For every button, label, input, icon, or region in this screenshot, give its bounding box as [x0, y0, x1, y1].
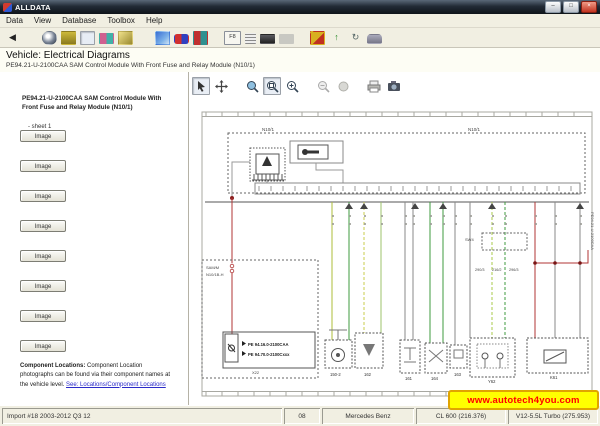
image-button-1[interactable]: Image [20, 130, 66, 142]
paint-icon[interactable] [155, 31, 170, 45]
svg-text:163: 163 [454, 372, 462, 377]
diagram-title: PE94.21-U-2100CAA SAM Control Module Wit… [22, 94, 174, 113]
svg-text:SW4: SW4 [465, 237, 474, 242]
image-button-5[interactable]: Image [20, 250, 66, 262]
image-button-8[interactable]: Image [20, 340, 66, 352]
app-icon [3, 3, 12, 12]
open-folder-icon[interactable] [61, 31, 76, 45]
list-icon[interactable] [245, 33, 256, 44]
svg-text:PE 94.16.0-2100CAA: PE 94.16.0-2100CAA [248, 342, 289, 347]
promote-icon[interactable]: ↑ [329, 31, 344, 45]
status-import-info: Import #18 2003-2012 Q3 12 [2, 408, 282, 424]
status-engine: V12-5.5L Turbo (275.953) [508, 408, 598, 424]
view-glasses-icon[interactable] [174, 34, 189, 44]
svg-text:216/2: 216/2 [492, 268, 502, 272]
back-icon[interactable]: ◀ [5, 31, 20, 45]
sw4-connector: SW4 [465, 233, 527, 250]
status-make: Mercedes Benz [322, 408, 414, 424]
vehicle-icon[interactable] [367, 34, 382, 44]
tools-icon[interactable] [118, 31, 133, 45]
svg-text:PE 94.70.0-2100Cxxx: PE 94.70.0-2100Cxxx [248, 352, 290, 357]
zoom-window-icon[interactable] [263, 77, 281, 95]
zoom-out-icon[interactable] [314, 77, 332, 95]
minimize-button[interactable]: – [545, 1, 561, 13]
camera-icon[interactable] [260, 34, 275, 44]
svg-text:162: 162 [364, 372, 372, 377]
title-bar: ALLDATA – □ × [0, 0, 600, 14]
side-reference: PE94.21-U-2100CAA [590, 212, 595, 250]
svg-text:K61: K61 [550, 375, 558, 380]
status-code: 08 [284, 408, 320, 424]
image-button-7[interactable]: Image [20, 310, 66, 322]
menu-toolbox[interactable]: Toolbox [107, 16, 135, 25]
pan-icon[interactable] [212, 77, 230, 95]
svg-text:N10/1B-H: N10/1B-H [206, 272, 224, 277]
module-label-2: N10/1 [468, 127, 481, 132]
alldata-window: ALLDATA – □ × Data View Database Toolbox… [0, 0, 600, 426]
f8-display-icon[interactable]: F8 [224, 31, 241, 45]
diagram-panel: N10/1 N10/1 [189, 72, 600, 405]
module-label-1: N10/1 [262, 127, 275, 132]
ad-banner[interactable]: www.autotech4you.com [448, 390, 599, 410]
sam-module-top: N10/1 N10/1 [228, 127, 585, 196]
menu-view[interactable]: View [34, 16, 51, 25]
content-area: PE94.21-U-2100CAA SAM Control Module Wit… [0, 72, 600, 405]
select-cursor-icon[interactable] [192, 77, 210, 95]
close-button[interactable]: × [581, 1, 597, 13]
status-model: CL 600 (216.376) [416, 408, 506, 424]
refresh-icon[interactable]: ↻ [348, 31, 363, 45]
note-lead: Component Locations: [20, 363, 85, 369]
window-title: ALLDATA [15, 3, 543, 12]
svg-text:296/3: 296/3 [509, 268, 519, 272]
svg-text:161: 161 [405, 376, 413, 381]
image-button-list: Image Image Image Image Image Image Imag… [20, 130, 66, 370]
bookmarks-icon[interactable] [193, 31, 208, 45]
image-button-6[interactable]: Image [20, 280, 66, 292]
diagram-canvas[interactable]: N10/1 N10/1 [192, 100, 600, 406]
vehicle-header: Vehicle: Electrical Diagrams PE94.21-U-2… [0, 48, 600, 73]
image-button-4[interactable]: Image [20, 220, 66, 232]
menu-database[interactable]: Database [62, 16, 96, 25]
image-view-icon[interactable] [80, 31, 95, 45]
sam-module-lower: SAM/M N10/1B-H PE 94.16.0-2100CAA PE 94.… [202, 260, 318, 378]
wires [230, 196, 588, 345]
print-icon[interactable] [279, 34, 294, 44]
maximize-button[interactable]: □ [563, 1, 579, 13]
menu-help[interactable]: Help [146, 16, 162, 25]
main-toolbar: ◀ F8 ↑ ↻ [0, 28, 600, 48]
component-locations-link[interactable]: See: Locations/Component Locations [66, 382, 166, 388]
copy-diagram-icon[interactable] [385, 77, 403, 95]
svg-text:SAM/M: SAM/M [206, 265, 219, 270]
thumbnails-icon[interactable] [99, 33, 114, 44]
marker-icon[interactable] [310, 31, 325, 45]
junction-labels: 290/3 216/2 296/3 [475, 268, 519, 272]
svg-text:150-2: 150-2 [330, 372, 341, 377]
svg-text:290/3: 290/3 [475, 268, 485, 272]
menu-data[interactable]: Data [6, 16, 23, 25]
history-icon[interactable] [42, 31, 57, 45]
zoom-in-icon[interactable] [283, 77, 301, 95]
svg-text:X22: X22 [252, 370, 260, 375]
menu-bar: Data View Database Toolbox Help [0, 14, 600, 28]
component-locations-note: Component Locations: Component Location … [20, 362, 172, 390]
print-diagram-icon[interactable] [365, 77, 383, 95]
image-button-2[interactable]: Image [20, 160, 66, 172]
page-title: Vehicle: Electrical Diagrams [6, 50, 594, 61]
reset-view-icon[interactable] [334, 77, 352, 95]
image-button-3[interactable]: Image [20, 190, 66, 202]
diagram-list-panel: PE94.21-U-2100CAA SAM Control Module Wit… [0, 72, 189, 405]
svg-text:Y62: Y62 [488, 379, 496, 384]
zoom-region-icon[interactable] [243, 77, 261, 95]
bottom-components: 150-2 162 161 164 163 [325, 330, 588, 384]
page-subtitle: PE94.21-U-2100CAA SAM Control Module Wit… [6, 62, 594, 70]
diagram-toolbar [192, 77, 403, 95]
svg-text:164: 164 [431, 376, 439, 381]
